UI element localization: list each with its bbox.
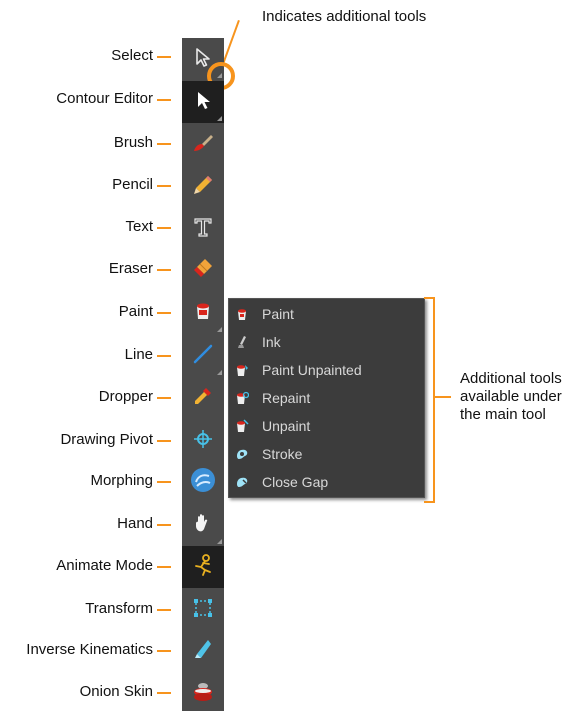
- line-icon: [191, 342, 215, 371]
- label-inverse-kinematics: Inverse Kinematics: [26, 641, 153, 658]
- submenu-bracket: [424, 297, 435, 503]
- label-line: Line: [124, 346, 153, 363]
- onion-skin-icon: [190, 678, 216, 709]
- submenu-label: Unpaint: [262, 418, 311, 434]
- paint-bucket-icon: [191, 299, 215, 328]
- more-tools-corner-icon: [217, 327, 222, 332]
- pivot-icon: [191, 427, 215, 456]
- submenu-label: Close Gap: [262, 474, 329, 490]
- submenu-item-ink[interactable]: Ink: [229, 329, 424, 355]
- submenu-item-stroke[interactable]: Stroke: [229, 441, 424, 467]
- tool-brush[interactable]: [182, 124, 224, 166]
- leader-line: [157, 312, 171, 314]
- tool-onion-skin[interactable]: [182, 672, 224, 714]
- dropper-icon: [191, 384, 215, 413]
- submenu-label: Paint: [262, 306, 294, 322]
- repaint-icon: [234, 390, 250, 406]
- hand-icon: [191, 511, 215, 540]
- transform-icon: [191, 596, 215, 625]
- tool-dropper[interactable]: [182, 377, 224, 419]
- tool-paint[interactable]: [182, 292, 224, 334]
- leader-line: [157, 355, 171, 357]
- label-dropper: Dropper: [98, 388, 153, 405]
- leader-line: [157, 56, 171, 58]
- tool-drawing-pivot[interactable]: [182, 420, 224, 462]
- leader-line: [157, 269, 171, 271]
- leader-line: [157, 185, 171, 187]
- submenu-item-close-gap[interactable]: Close Gap: [229, 469, 424, 495]
- paint-tools-submenu: Paint Ink Paint Unpainted Repaint Unpain…: [228, 298, 425, 498]
- tool-pencil[interactable]: [182, 166, 224, 208]
- tool-text[interactable]: [182, 208, 224, 250]
- brush-icon: [191, 131, 215, 160]
- label-paint: Paint: [118, 303, 153, 320]
- submenu-item-paint-unpainted[interactable]: Paint Unpainted: [229, 357, 424, 383]
- submenu-label: Paint Unpainted: [262, 362, 362, 378]
- leader-line: [157, 397, 171, 399]
- bracket-leader-line: [435, 396, 451, 398]
- leader-line: [157, 143, 171, 145]
- unpaint-icon: [234, 418, 250, 434]
- tool-hand[interactable]: [182, 504, 224, 546]
- submenu-label: Repaint: [262, 390, 311, 406]
- paint-unpainted-icon: [234, 362, 250, 378]
- leader-line: [157, 566, 171, 568]
- leader-line: [157, 650, 171, 652]
- label-eraser: Eraser: [108, 260, 153, 277]
- label-contour-editor: Contour Editor: [56, 90, 153, 107]
- more-tools-corner-icon: [217, 116, 222, 121]
- leader-line: [157, 692, 171, 694]
- callout-additional-tools-text-2: available under: [460, 388, 562, 405]
- text-icon: [191, 215, 215, 244]
- label-select: Select: [111, 47, 153, 64]
- leader-line: [157, 609, 171, 611]
- callout-additional-tools: Indicates additional tools: [262, 8, 427, 25]
- label-hand: Hand: [117, 515, 153, 532]
- leader-line: [157, 99, 171, 101]
- label-brush: Brush: [113, 134, 153, 151]
- pencil-icon: [191, 173, 215, 202]
- submenu-item-paint[interactable]: Paint: [229, 301, 424, 327]
- label-drawing-pivot: Drawing Pivot: [60, 431, 153, 448]
- leader-line: [157, 481, 171, 483]
- leader-line: [157, 440, 171, 442]
- leader-line: [157, 227, 171, 229]
- submenu-item-repaint[interactable]: Repaint: [229, 385, 424, 411]
- ik-icon: [191, 637, 215, 666]
- morphing-icon: [189, 466, 217, 499]
- stroke-icon: [234, 446, 250, 462]
- submenu-item-unpaint[interactable]: Unpaint: [229, 413, 424, 439]
- tool-animate-mode[interactable]: [182, 546, 224, 588]
- paint-bucket-icon: [234, 306, 250, 322]
- submenu-label: Stroke: [262, 446, 303, 462]
- callout-additional-tools-text-3: the main tool: [460, 406, 546, 423]
- close-gap-icon: [234, 474, 250, 490]
- submenu-label: Ink: [262, 334, 281, 350]
- eraser-icon: [191, 257, 215, 286]
- callout-additional-tools-text-1: Additional tools: [460, 370, 562, 387]
- arrow-filled-icon: [192, 89, 214, 116]
- more-tools-corner-icon: [217, 539, 222, 544]
- label-animate-mode: Animate Mode: [56, 557, 153, 574]
- label-transform: Transform: [85, 600, 153, 617]
- ink-icon: [234, 334, 250, 350]
- callout-pointer-line: [221, 20, 240, 66]
- tool-line[interactable]: [182, 335, 224, 377]
- label-morphing: Morphing: [90, 472, 153, 489]
- animate-icon: [190, 552, 216, 583]
- label-onion-skin: Onion Skin: [79, 683, 153, 700]
- tool-inverse-kinematics[interactable]: [182, 630, 224, 672]
- more-tools-corner-icon: [217, 370, 222, 375]
- label-text: Text: [125, 218, 153, 235]
- tool-eraser[interactable]: [182, 250, 224, 292]
- leader-line: [157, 524, 171, 526]
- tool-transform[interactable]: [182, 589, 224, 631]
- label-pencil: Pencil: [112, 176, 153, 193]
- tool-morphing[interactable]: [182, 461, 224, 503]
- tool-contour-editor[interactable]: [182, 81, 224, 123]
